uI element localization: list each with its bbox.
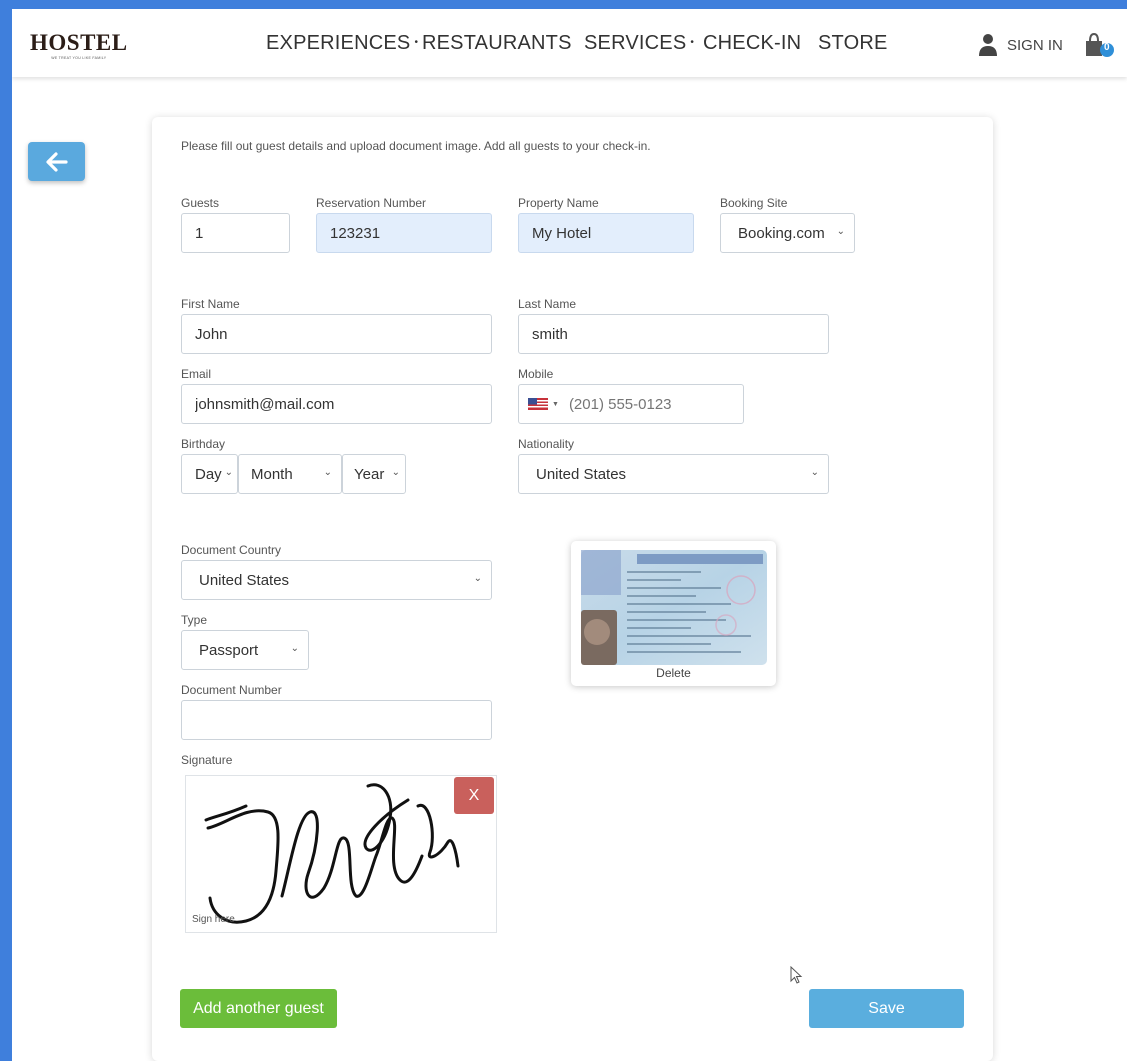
birthday-label: Birthday [181,437,226,451]
property-name-label: Property Name [518,196,599,210]
birthday-month-select[interactable]: Month ⌄ [238,454,342,494]
add-another-guest-button[interactable]: Add another guest [180,989,337,1028]
birthday-year-select[interactable]: Year ⌄ [342,454,406,494]
email-input[interactable] [195,395,491,413]
delete-document-link[interactable]: Delete [571,666,776,680]
site-header: HOSTEL WE TREAT YOU LIKE FAMILY EXPERIEN… [12,9,1127,77]
guests-label: Guests [181,196,220,210]
sign-in-link[interactable]: SIGN IN [978,33,1063,57]
document-number-label: Document Number [181,683,282,697]
arrow-left-icon [45,151,68,172]
page: HOSTEL WE TREAT YOU LIKE FAMILY EXPERIEN… [12,9,1127,1061]
nav-restaurants-label: RESTAURANTS [422,32,572,54]
signature-label: Signature [181,753,233,767]
document-country-select[interactable]: United States ⌄ [181,560,492,600]
save-button[interactable]: Save [809,989,964,1028]
mobile-label: Mobile [518,367,554,381]
document-image [581,550,767,665]
back-button[interactable] [28,142,85,181]
nav-store[interactable]: STORE [818,32,888,55]
document-country-value: United States [199,571,290,589]
chevron-down-icon: ⌄ [290,643,299,654]
mobile-field[interactable]: ▼ [518,384,744,424]
email-field[interactable] [181,384,492,424]
first-name-input[interactable] [195,325,491,343]
document-image-card: Delete [571,541,776,686]
document-type-label: Type [181,613,208,627]
document-number-field[interactable] [181,700,492,740]
chevron-down-icon: ⌄ [224,467,233,478]
email-label: Email [181,367,212,381]
first-name-field[interactable] [181,314,492,354]
chevron-down-icon: ⌄ [391,467,400,478]
reservation-number-field[interactable] [316,213,492,253]
nav-restaurants[interactable]: RESTAURANTS [422,32,572,55]
last-name-input[interactable] [532,325,828,343]
chevron-down-icon: ⌄ [810,467,819,478]
cart-count-badge: 0 [1104,42,1110,53]
user-icon [979,34,997,56]
sign-in-label: SIGN IN [1007,36,1063,54]
nationality-select[interactable]: United States ⌄ [518,454,829,494]
reservation-number-label: Reservation Number [316,196,427,210]
mouse-cursor-icon [790,966,803,984]
nav-check-in-label: CHECK-IN [703,32,802,54]
document-country-label: Document Country [181,543,282,557]
nav-check-in[interactable]: CHECK-IN [703,32,801,55]
country-code-picker[interactable]: ▼ [528,398,559,410]
nationality-value: United States [536,465,627,483]
logo-text: HOSTEL [30,30,128,55]
first-name-label: First Name [181,297,240,311]
nav-services[interactable]: SERVICES • [584,32,694,55]
guests-field[interactable] [181,213,290,253]
dropdown-caret-icon: • [414,37,419,48]
form-intro-text: Please fill out guest details and upload… [181,139,651,153]
sign-here-hint: Sign here [192,914,235,925]
nav-store-label: STORE [818,32,888,54]
nav-experiences-label: EXPERIENCES [266,32,411,54]
us-flag-icon [528,398,548,410]
property-name-field[interactable] [518,213,694,253]
booking-site-value: Booking.com [738,224,825,242]
chevron-down-icon: ⌄ [836,226,845,237]
chevron-down-icon: ⌄ [473,573,482,584]
birthday-year-value: Year [354,465,385,483]
nav-services-label: SERVICES [584,32,687,54]
clear-signature-button[interactable]: X [454,777,494,814]
mobile-input[interactable] [568,395,743,413]
document-number-input[interactable] [195,711,491,729]
dropdown-caret-icon: • [690,37,695,48]
hostel-logo[interactable]: HOSTEL WE TREAT YOU LIKE FAMILY [30,30,128,61]
property-name-input[interactable] [532,224,693,242]
logo-tagline: WE TREAT YOU LIKE FAMILY [51,56,107,60]
reservation-number-input[interactable] [330,224,491,242]
nationality-label: Nationality [518,437,575,451]
check-in-form-card: Please fill out guest details and upload… [152,117,993,1061]
document-type-value: Passport [199,641,259,659]
cart-button[interactable]: 0 [1083,31,1115,59]
nav-experiences[interactable]: EXPERIENCES • [266,32,418,55]
signature-drawing [204,783,460,924]
booking-site-select[interactable]: Booking.com ⌄ [720,213,855,253]
last-name-field[interactable] [518,314,829,354]
shopping-bag-icon [1086,32,1114,57]
guests-input[interactable] [195,224,289,242]
birthday-day-value: Day [195,465,222,483]
chevron-down-icon: ⌄ [323,467,332,478]
caret-icon: ▼ [552,400,559,408]
birthday-day-select[interactable]: Day ⌄ [181,454,238,494]
birthday-month-value: Month [251,465,293,483]
document-type-select[interactable]: Passport ⌄ [181,630,309,670]
booking-site-label: Booking Site [720,196,788,210]
signature-pad[interactable]: Sign here [185,775,497,933]
last-name-label: Last Name [518,297,577,311]
